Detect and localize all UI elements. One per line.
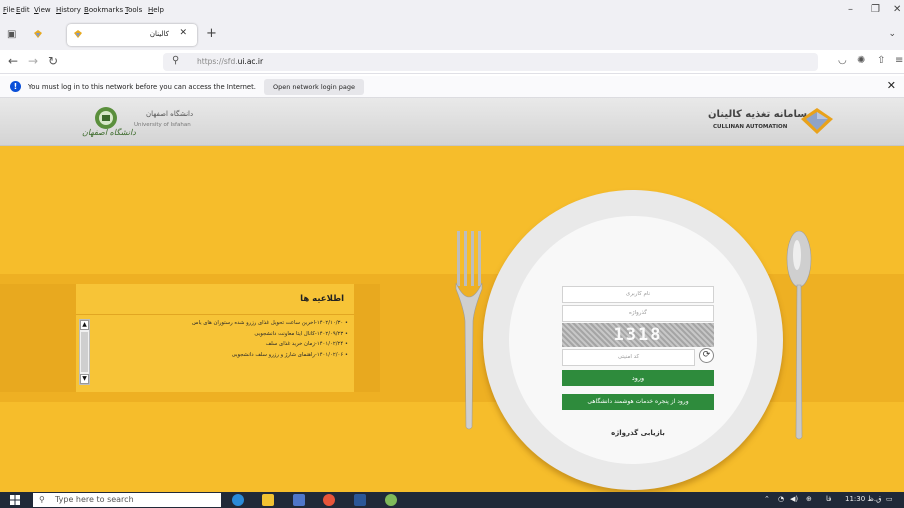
pocket-icon[interactable]: ◡ bbox=[838, 55, 847, 66]
share-icon[interactable]: ⇧ bbox=[877, 55, 885, 66]
tab-list-icon[interactable]: ⌄ bbox=[888, 29, 896, 39]
minimize-icon[interactable]: – bbox=[848, 4, 853, 15]
menu-help[interactable]: Help bbox=[148, 6, 164, 14]
university-name-en: University of Isfahan bbox=[134, 122, 191, 128]
news-list: ۱۴۰۲/۱۰/۳۰-آخرین ساعت تحویل غذای رزرو شد… bbox=[98, 320, 348, 362]
menu-file[interactable]: File bbox=[3, 6, 15, 14]
taskbar-explorer-icon[interactable] bbox=[262, 494, 274, 506]
menu-bar: File Edit View History Bookmarks Tools H… bbox=[0, 0, 904, 20]
screen: File Edit View History Bookmarks Tools H… bbox=[0, 0, 904, 508]
news-item[interactable]: ۱۴۰۲/۰۹/۲۳-کانال ایتا معاونت دانشجویی bbox=[98, 331, 348, 342]
taskbar-app-icon[interactable] bbox=[385, 494, 397, 506]
tab-favicon-icon bbox=[74, 30, 82, 38]
close-notification-icon[interactable]: ✕ bbox=[887, 79, 896, 92]
language-icon[interactable]: ⊕ bbox=[806, 495, 812, 503]
tray-chevron-icon[interactable]: ⌃ bbox=[764, 495, 770, 503]
taskbar-word-icon[interactable] bbox=[354, 494, 366, 506]
url-bar[interactable]: ⚲ https://sfd.ui.ac.ir bbox=[163, 53, 818, 71]
tab-close-icon[interactable]: ✕ bbox=[179, 28, 187, 38]
taskbar-search-placeholder: Type here to search bbox=[55, 495, 134, 504]
menu-bookmarks[interactable]: Bookmarks bbox=[84, 6, 123, 14]
search-icon: ⚲ bbox=[39, 495, 45, 504]
tab-cullinan[interactable]: کالینان ✕ bbox=[67, 24, 197, 46]
news-divider bbox=[76, 314, 354, 315]
taskbar-search[interactable]: ⚲ Type here to search bbox=[33, 493, 221, 507]
restore-icon[interactable]: ❐ bbox=[871, 4, 880, 15]
language-indicator[interactable]: فا bbox=[826, 495, 831, 503]
reload-icon[interactable]: ↻ bbox=[48, 54, 58, 68]
university-name-fa: دانشگاه اصفهان bbox=[146, 110, 194, 118]
site-header: دانشگاه اصفهان دانشگاه اصفهان University… bbox=[0, 98, 904, 146]
taskbar-edge-icon[interactable] bbox=[232, 494, 244, 506]
scroll-down-icon[interactable]: ▼ bbox=[80, 374, 89, 384]
taskbar-firefox-icon[interactable] bbox=[293, 494, 305, 506]
tab-overview-icon[interactable]: ▣ bbox=[7, 29, 16, 40]
back-icon[interactable]: ← bbox=[8, 54, 18, 68]
username-input[interactable]: نام کاربری bbox=[562, 286, 714, 303]
menu-view[interactable]: View bbox=[34, 6, 51, 14]
tab-bar: ▣ کالینان ✕ + ⌄ bbox=[0, 20, 904, 50]
menu-history[interactable]: History bbox=[56, 6, 81, 14]
pinned-tab-icon[interactable] bbox=[33, 29, 43, 39]
login-button[interactable]: ورود bbox=[562, 370, 714, 386]
news-item[interactable]: ۱۴۰۱/۰۲/۲۴-زمان خرید غذای سلف bbox=[98, 341, 348, 352]
captive-portal-message: You must log in to this network before y… bbox=[28, 83, 256, 91]
news-item[interactable]: ۱۴۰۲/۱۰/۳۰-آخرین ساعت تحویل غذای رزرو شد… bbox=[98, 320, 348, 331]
taskbar: ⚲ Type here to search ⌃ ◔ ◀) ⊕ فا 11:30 … bbox=[0, 492, 904, 508]
brand-name-fa: سامانه تغذیه کالینان bbox=[708, 109, 808, 120]
forward-icon[interactable]: → bbox=[28, 54, 38, 68]
search-icon: ⚲ bbox=[172, 55, 180, 66]
cullinan-diamond-logo bbox=[801, 108, 833, 134]
portal-login-button[interactable]: ورود از پنجره خدمات هوشمند دانشگاهی bbox=[562, 394, 714, 410]
menu-edit[interactable]: Edit bbox=[16, 6, 30, 14]
extensions-icon[interactable]: ✺ bbox=[857, 55, 865, 66]
news-panel: اطلاعیه ها ▲ ▼ ۱۴۰۲/۱۰/۳۰-آخرین ساعت تحو… bbox=[76, 284, 354, 392]
brand-name-en: CULLINAN AUTOMATION bbox=[713, 124, 788, 130]
windows-icon[interactable] bbox=[10, 495, 20, 505]
fork-icon bbox=[455, 231, 483, 430]
recover-password-link[interactable]: بازیابی گذرواژه bbox=[562, 429, 714, 437]
main-area: اطلاعیه ها ▲ ▼ ۱۴۰۲/۱۰/۳۰-آخرین ساعت تحو… bbox=[0, 146, 904, 492]
menu-tools[interactable]: Tools bbox=[125, 6, 142, 14]
spoon-icon bbox=[786, 231, 812, 440]
notifications-icon[interactable]: ▭ bbox=[886, 495, 893, 503]
university-signature: دانشگاه اصفهان bbox=[82, 128, 136, 137]
network-icon[interactable]: ◔ bbox=[778, 495, 784, 503]
captcha-input[interactable]: کد امنیتی bbox=[562, 349, 695, 366]
volume-icon[interactable]: ◀) bbox=[790, 495, 798, 503]
news-scrollbar[interactable]: ▲ ▼ bbox=[79, 319, 90, 385]
captcha-image: 1318 bbox=[562, 323, 714, 347]
tab-title: کالینان bbox=[149, 30, 169, 38]
menu-icon[interactable]: ≡ bbox=[895, 55, 903, 66]
scroll-thumb[interactable] bbox=[81, 332, 88, 372]
scroll-up-icon[interactable]: ▲ bbox=[80, 320, 89, 330]
news-title: اطلاعیه ها bbox=[300, 294, 344, 304]
open-login-page-button[interactable]: Open network login page bbox=[264, 79, 364, 95]
captive-portal-bar: ! You must log in to this network before… bbox=[0, 76, 904, 98]
nav-bar: ← → ↻ ⚲ https://sfd.ui.ac.ir ◡ ✺ ⇧ ≡ bbox=[0, 50, 904, 74]
close-window-icon[interactable]: ✕ bbox=[893, 4, 901, 15]
url-text[interactable]: https://sfd.ui.ac.ir bbox=[197, 57, 263, 66]
university-logo bbox=[95, 107, 117, 129]
news-item[interactable]: ۱۴۰۱/۰۲/۰۶-راهنمای شارژ و رزرو سلف دانشج… bbox=[98, 352, 348, 363]
info-icon: ! bbox=[10, 81, 21, 92]
clock[interactable]: 11:30 ق.ظ bbox=[845, 495, 882, 503]
taskbar-chrome-icon[interactable] bbox=[323, 494, 335, 506]
password-input[interactable]: گذرواژه bbox=[562, 305, 714, 322]
new-tab-button[interactable]: + bbox=[206, 26, 217, 41]
refresh-icon[interactable]: ⟳ bbox=[699, 348, 714, 363]
